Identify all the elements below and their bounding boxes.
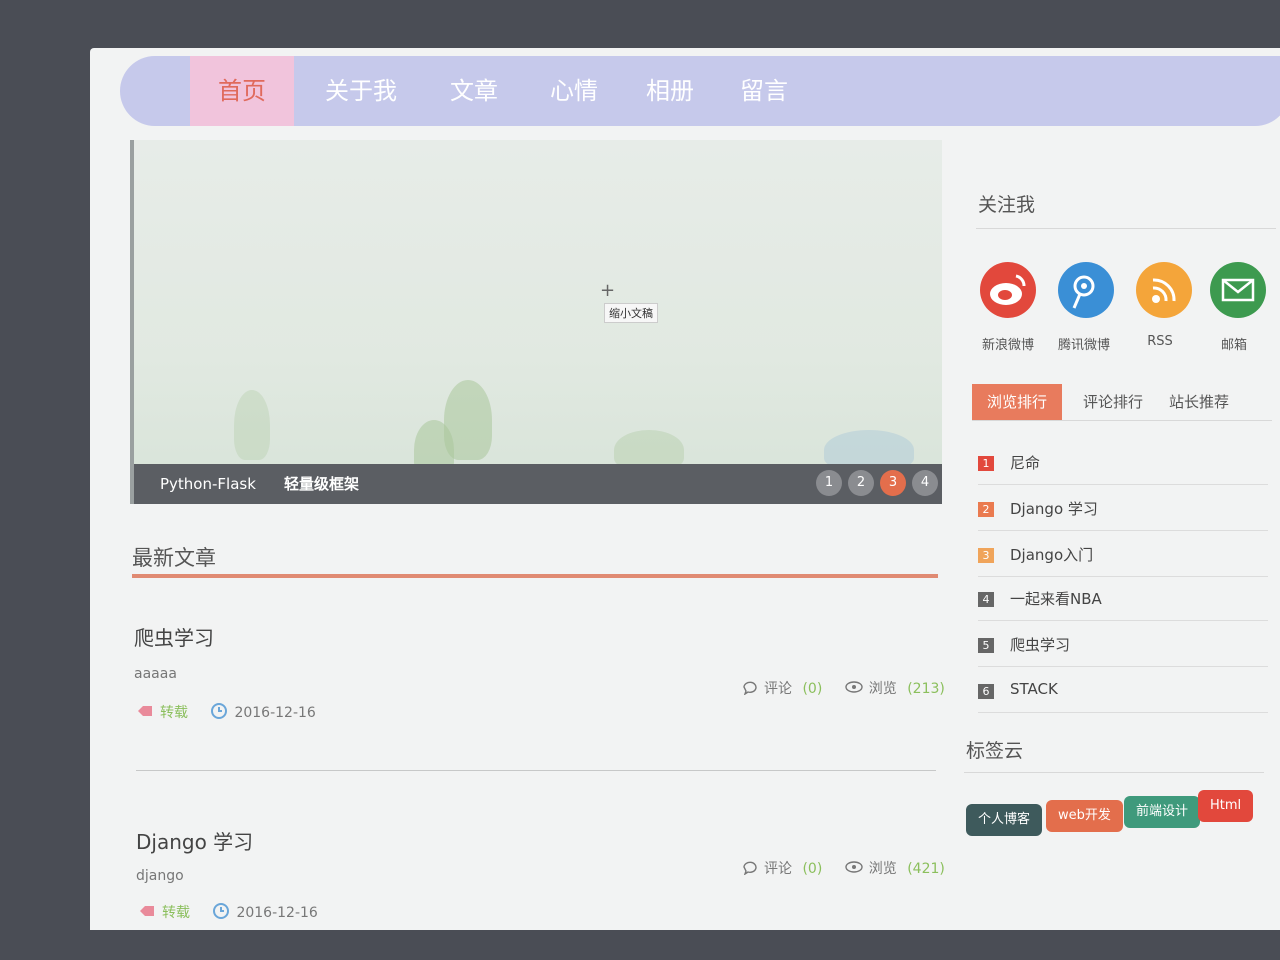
nav-item-about[interactable]: 关于我 (306, 56, 416, 126)
rank-item[interactable]: 1 尼命 (978, 440, 1268, 485)
slider-dot-1[interactable]: 1 (816, 470, 842, 496)
rank-title[interactable]: STACK (1010, 680, 1058, 698)
post-desc: django (136, 868, 184, 884)
rank-item[interactable]: 6 STACK (978, 668, 1268, 713)
clock-icon (210, 702, 228, 724)
rank-item[interactable]: 5 爬虫学习 (978, 622, 1268, 667)
eye-icon (845, 860, 863, 878)
latest-articles-title: 最新文章 (132, 546, 216, 570)
follow-label[interactable]: 新浪微博 (968, 334, 1048, 353)
slider-dot-4[interactable]: 4 (912, 470, 938, 496)
tag-cloud-title: 标签云 (966, 740, 1024, 762)
comment-icon (742, 679, 758, 699)
nav-item-album[interactable]: 相册 (622, 56, 718, 126)
rank-item[interactable]: 2 Django 学习 (978, 486, 1268, 531)
post-title[interactable]: 爬虫学习 (134, 622, 214, 651)
tag-icon (136, 704, 154, 722)
rank-item[interactable]: 4 一起来看NBA (978, 576, 1268, 621)
comments-count: (0) (802, 681, 823, 697)
mail-icon[interactable] (1210, 262, 1266, 318)
post-tag[interactable]: 转载 (160, 705, 188, 721)
views-count: (421) (907, 861, 945, 877)
post-stats: 评论 (0) 浏览 (421) (742, 858, 945, 879)
rank-tabs-divider (972, 420, 1272, 421)
follow-label[interactable]: 邮箱 (1194, 334, 1274, 353)
slider-caption-title: Python-Flask (160, 475, 256, 493)
views-label[interactable]: 浏览 (869, 681, 897, 697)
nav-item-articles[interactable]: 文章 (426, 56, 522, 126)
post-tag-date: 转载 2016-12-16 (138, 902, 318, 924)
slider-dot-3[interactable]: 3 (880, 470, 906, 496)
post-stats: 评论 (0) 浏览 (213) (742, 678, 945, 699)
post-title[interactable]: Django 学习 (136, 826, 253, 855)
post-tag-date: 转载 2016-12-16 (136, 702, 316, 724)
tag-cloud-divider (964, 772, 1264, 773)
tooltip: 缩小文稿 (604, 303, 658, 323)
nav-item-mood[interactable]: 心情 (526, 56, 622, 126)
browser-screen: 首页 关于我 文章 心情 相册 留言 + 缩小文稿 Python-Flask 轻… (90, 48, 1280, 930)
latest-articles-underline (132, 574, 938, 578)
slider-caption-bar: Python-Flask 轻量级框架 1 2 3 4 (134, 464, 942, 504)
banner-slider[interactable]: + 缩小文稿 Python-Flask 轻量级框架 1 2 3 4 (130, 140, 942, 504)
rank-title[interactable]: 爬虫学习 (1010, 634, 1070, 655)
cursor-plus-icon: + (600, 280, 616, 301)
weibo-icon[interactable] (980, 262, 1036, 318)
tencent-weibo-icon[interactable] (1058, 262, 1114, 318)
rank-number: 3 (978, 548, 994, 563)
comment-icon (742, 859, 758, 879)
views-label[interactable]: 浏览 (869, 861, 897, 877)
post-date: 2016-12-16 (234, 705, 316, 721)
views-count: (213) (907, 681, 945, 697)
post-desc: aaaaa (134, 666, 177, 682)
follow-title: 关注我 (978, 194, 1036, 216)
main-nav: 首页 关于我 文章 心情 相册 留言 (120, 56, 1280, 126)
rank-title[interactable]: Django入门 (1010, 544, 1093, 565)
rank-item[interactable]: 3 Django入门 (978, 532, 1268, 577)
post-divider (136, 770, 936, 771)
rss-icon[interactable] (1136, 262, 1192, 318)
tab-recommend[interactable]: 站长推荐 (1154, 384, 1244, 420)
rank-number: 2 (978, 502, 994, 517)
comments-label[interactable]: 评论 (764, 861, 792, 877)
follow-divider (976, 228, 1276, 229)
rank-title[interactable]: Django 学习 (1010, 498, 1098, 519)
rank-title[interactable]: 一起来看NBA (1010, 588, 1102, 609)
rank-number: 4 (978, 592, 994, 607)
post-tag[interactable]: 转载 (162, 905, 190, 921)
tag-icon (138, 904, 156, 922)
tag-cloud-item[interactable]: 前端设计 (1124, 796, 1201, 828)
comments-label[interactable]: 评论 (764, 681, 792, 697)
rank-number: 5 (978, 638, 994, 653)
rank-title[interactable]: 尼命 (1010, 452, 1040, 473)
follow-label[interactable]: 腾讯微博 (1044, 334, 1124, 353)
rank-number: 6 (978, 684, 994, 699)
clock-icon (212, 902, 230, 924)
tag-cloud-item[interactable]: web开发 (1046, 800, 1123, 832)
tab-views-rank[interactable]: 浏览排行 (972, 384, 1062, 420)
eye-icon (845, 680, 863, 698)
slider-caption-subtitle: 轻量级框架 (284, 475, 360, 493)
post-date: 2016-12-16 (236, 905, 318, 921)
tag-cloud-item[interactable]: 个人博客 (966, 804, 1043, 836)
nav-item-message[interactable]: 留言 (716, 56, 812, 126)
nav-item-home[interactable]: 首页 (190, 56, 294, 126)
slider-dot-2[interactable]: 2 (848, 470, 874, 496)
tab-comments-rank[interactable]: 评论排行 (1068, 384, 1158, 420)
follow-label[interactable]: RSS (1120, 334, 1200, 349)
rank-number: 1 (978, 456, 994, 471)
tag-cloud-item[interactable]: Html (1198, 790, 1254, 822)
comments-count: (0) (802, 861, 823, 877)
